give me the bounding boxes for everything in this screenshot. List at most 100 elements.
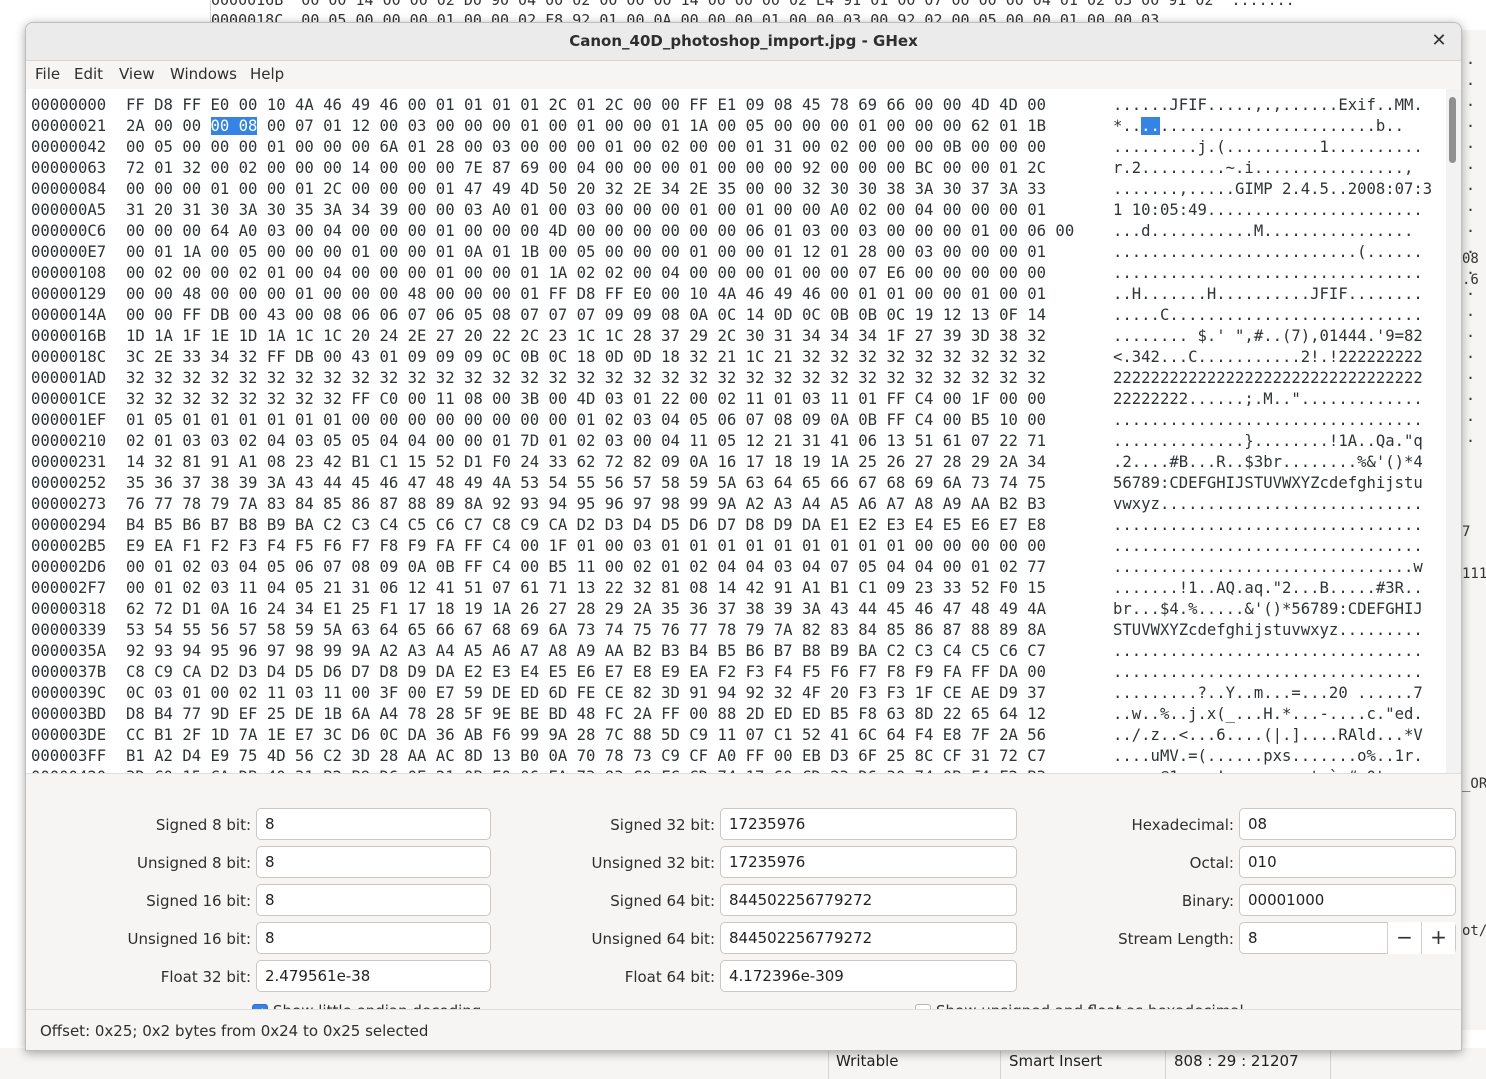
hex-view[interactable]: 00000000 FF D8 FF E0 00 10 4A 46 49 46 00… — [26, 89, 1461, 773]
menu-view[interactable]: View — [119, 65, 155, 83]
hex-row[interactable]: 00000084 00 00 00 01 00 00 01 2C 00 00 00… — [26, 179, 1446, 200]
hex-row[interactable]: 00000210 02 01 03 03 02 04 03 05 05 04 04… — [26, 431, 1446, 452]
hex-row[interactable]: 00000000 FF D8 FF E0 00 10 4A 46 49 46 00… — [26, 95, 1446, 116]
hex-row[interactable]: 00000339 53 54 55 56 57 58 59 5A 63 64 65… — [26, 620, 1446, 641]
unsigned-64-field[interactable]: 844502256779272 — [720, 922, 1017, 954]
unsigned-32-field[interactable]: 17235976 — [720, 846, 1017, 878]
ascii-text[interactable]: ................................. — [1113, 515, 1442, 536]
hex-bytes[interactable]: 00 00 00 64 A0 03 00 04 00 00 00 01 00 0… — [126, 221, 1074, 242]
menu-help[interactable]: Help — [250, 65, 284, 83]
hex-bytes[interactable]: 2A 00 00 00 08 00 07 01 12 00 03 00 00 0… — [126, 116, 1046, 137]
hex-bytes[interactable]: 1D 1A 1F 1E 1D 1A 1C 1C 20 24 2E 27 20 2… — [126, 326, 1046, 347]
hex-bytes[interactable]: 02 01 03 03 02 04 03 05 05 04 04 00 00 0… — [126, 431, 1046, 452]
ascii-text[interactable]: 22222222......;.M.."............. — [1113, 389, 1442, 410]
ascii-text[interactable]: ...d...........M................ — [1113, 221, 1442, 242]
hex-row[interactable]: 000003BD D8 B4 77 9D EF 25 DE 1B 6A A4 78… — [26, 704, 1446, 725]
ascii-text[interactable]: ................................. — [1113, 536, 1442, 557]
hex-bytes[interactable]: 62 72 D1 0A 16 24 34 E1 25 F1 17 18 19 1… — [126, 599, 1046, 620]
ascii-text[interactable]: ..H.......H..........JFIF........ — [1113, 284, 1442, 305]
ascii-text[interactable]: .......!1..AQ.aq."2...B.....#3R.. — [1113, 578, 1442, 599]
hex-row[interactable]: 000001EF 01 05 01 01 01 01 01 01 00 00 00… — [26, 410, 1446, 431]
hex-row[interactable]: 000000A5 31 20 31 30 3A 30 35 3A 34 39 00… — [26, 200, 1446, 221]
hex-bytes[interactable]: 32 32 32 32 32 32 32 32 32 32 32 32 32 3… — [126, 368, 1046, 389]
ascii-text[interactable]: .........j.(..........1.......... — [1113, 137, 1442, 158]
hex-bytes[interactable]: 92 93 94 95 96 97 98 99 9A A2 A3 A4 A5 A… — [126, 641, 1046, 662]
hex-bytes[interactable]: 00 00 48 00 00 00 01 00 00 00 48 00 00 0… — [126, 284, 1046, 305]
title-bar[interactable]: Canon_40D_photoshop_import.jpg - GHex ✕ — [26, 23, 1461, 61]
hex-bytes[interactable]: CC B1 2F 1D 7A 1E E7 3C D6 0C DA 36 AB F… — [126, 725, 1046, 746]
ascii-text[interactable]: <.342...C...........2!.!222222222 — [1113, 347, 1442, 368]
ascii-text[interactable]: ......JFIF.....,.,......Exif..MM. — [1113, 95, 1442, 116]
hex-row[interactable]: 00000063 72 01 32 00 02 00 00 00 14 00 00… — [26, 158, 1446, 179]
ascii-text[interactable]: ../.z..<...6....(|.]....RAld...*V — [1113, 725, 1442, 746]
ascii-text[interactable]: ..w..%..j.x(_...H.*...-....c."ed. — [1113, 704, 1442, 725]
hex-row[interactable]: 000002F7 00 01 02 03 11 04 05 21 31 06 12… — [26, 578, 1446, 599]
signed-8-field[interactable]: 8 — [256, 808, 491, 840]
ascii-text[interactable]: 222222222222222222222222222222222 — [1113, 368, 1442, 389]
hex-row[interactable]: 00000042 00 05 00 00 00 01 00 00 00 6A 01… — [26, 137, 1446, 158]
hex-bytes[interactable]: FF D8 FF E0 00 10 4A 46 49 46 00 01 01 0… — [126, 95, 1046, 116]
signed-32-field[interactable]: 17235976 — [720, 808, 1017, 840]
hex-row[interactable]: 00000231 14 32 81 91 A1 08 23 42 B1 C1 15… — [26, 452, 1446, 473]
ascii-text[interactable]: ................................. — [1113, 263, 1442, 284]
ascii-text[interactable]: ................................. — [1113, 641, 1442, 662]
close-icon[interactable]: ✕ — [1427, 29, 1451, 53]
hex-bytes[interactable]: 3C 2E 33 34 32 FF DB 00 43 01 09 09 09 0… — [126, 347, 1046, 368]
hex-row[interactable]: 000000E7 00 01 1A 00 05 00 00 00 01 00 00… — [26, 242, 1446, 263]
hex-bytes[interactable]: 00 05 00 00 00 01 00 00 00 6A 01 28 00 0… — [126, 137, 1046, 158]
ascii-text[interactable]: ........ $.' ",#..(7),01444.'9=82 — [1113, 326, 1442, 347]
hex-row[interactable]: 00000021 2A 00 00 00 08 00 07 01 12 00 03… — [26, 116, 1446, 137]
scrollbar-thumb[interactable] — [1449, 97, 1456, 163]
ascii-text[interactable]: r.2.........~.i................, — [1113, 158, 1442, 179]
hex-bytes[interactable]: 72 01 32 00 02 00 00 00 14 00 00 00 7E 8… — [126, 158, 1046, 179]
signed-16-field[interactable]: 8 — [256, 884, 491, 916]
binary-field[interactable]: 00001000 — [1239, 884, 1456, 916]
hex-row[interactable]: 000001CE 32 32 32 32 32 32 32 32 FF C0 00… — [26, 389, 1446, 410]
hex-bytes[interactable]: B4 B5 B6 B7 B8 B9 BA C2 C3 C4 C5 C6 C7 C… — [126, 515, 1046, 536]
signed-64-field[interactable]: 844502256779272 — [720, 884, 1017, 916]
hex-row[interactable]: 0000035A 92 93 94 95 96 97 98 99 9A A2 A3… — [26, 641, 1446, 662]
hex-row[interactable]: 0000018C 3C 2E 33 34 32 FF DB 00 43 01 09… — [26, 347, 1446, 368]
menu-edit[interactable]: Edit — [74, 65, 103, 83]
hex-bytes[interactable]: 00 01 02 03 11 04 05 21 31 06 12 41 51 0… — [126, 578, 1046, 599]
hex-bytes[interactable]: 00 02 00 00 02 01 00 04 00 00 00 01 00 0… — [126, 263, 1046, 284]
hex-row[interactable]: 000002B5 E9 EA F1 F2 F3 F4 F5 F6 F7 F8 F9… — [26, 536, 1446, 557]
ascii-text[interactable]: ................................w — [1113, 557, 1442, 578]
ascii-text[interactable]: ................................. — [1113, 410, 1442, 431]
ascii-text[interactable]: .........?..Y..m...=...20 ......7 — [1113, 683, 1442, 704]
hex-bytes[interactable]: B1 A2 D4 E9 75 4D 56 C2 3D 28 AA AC 8D 1… — [126, 746, 1046, 767]
hex-bytes[interactable]: C8 C9 CA D2 D3 D4 D5 D6 D7 D8 D9 DA E2 E… — [126, 662, 1046, 683]
unsigned-16-field[interactable]: 8 — [256, 922, 491, 954]
ascii-text[interactable]: vwxyz............................ — [1113, 494, 1442, 515]
ascii-text[interactable]: .2....#B...R..$3br........%&'()*4 — [1113, 452, 1442, 473]
hex-row[interactable]: 000003DE CC B1 2F 1D 7A 1E E7 3C D6 0C DA… — [26, 725, 1446, 746]
stream-length-spinner[interactable]: 8 − + — [1239, 922, 1456, 954]
plus-icon[interactable]: + — [1421, 922, 1455, 954]
hex-bytes[interactable]: 32 32 32 32 32 32 32 32 FF C0 00 11 08 0… — [126, 389, 1046, 410]
ascii-text[interactable]: ..........................(...... — [1113, 242, 1442, 263]
ascii-text[interactable]: STUVWXYZcdefghijstuvwxyz......... — [1113, 620, 1442, 641]
hex-bytes[interactable]: 00 00 00 01 00 00 01 2C 00 00 00 01 47 4… — [126, 179, 1046, 200]
hex-bytes[interactable]: 00 00 FF DB 00 43 00 08 06 06 07 06 05 0… — [126, 305, 1046, 326]
hex-row[interactable]: 00000252 35 36 37 38 39 3A 43 44 45 46 47… — [26, 473, 1446, 494]
ascii-text[interactable]: ................................. — [1113, 662, 1442, 683]
hex-bytes[interactable]: 0C 03 01 00 02 11 03 11 00 3F 00 E7 59 D… — [126, 683, 1046, 704]
hex-row[interactable]: 0000037B C8 C9 CA D2 D3 D4 D5 D6 D7 D8 D9… — [26, 662, 1446, 683]
hex-bytes[interactable]: 53 54 55 56 57 58 59 5A 63 64 65 66 67 6… — [126, 620, 1046, 641]
hex-row[interactable]: 00000294 B4 B5 B6 B7 B8 B9 BA C2 C3 C4 C5… — [26, 515, 1446, 536]
float-64-field[interactable]: 4.172396e-309 — [720, 960, 1017, 992]
hex-bytes[interactable]: 14 32 81 91 A1 08 23 42 B1 C1 15 52 D1 F… — [126, 452, 1046, 473]
vertical-scrollbar[interactable] — [1446, 89, 1461, 773]
hex-bytes[interactable]: E9 EA F1 F2 F3 F4 F5 F6 F7 F8 F9 FA FF C… — [126, 536, 1046, 557]
ascii-text[interactable]: 56789:CDEFGHIJSTUVWXYZcdefghijstu — [1113, 473, 1442, 494]
ascii-text[interactable]: br...$4.%.....&'()*56789:CDEFGHIJ — [1113, 599, 1442, 620]
hex-row[interactable]: 00000273 76 77 78 79 7A 83 84 85 86 87 88… — [26, 494, 1446, 515]
hex-bytes[interactable]: 00 01 1A 00 05 00 00 00 01 00 00 01 0A 0… — [126, 242, 1046, 263]
hex-row[interactable]: 0000039C 0C 03 01 00 02 11 03 11 00 3F 00… — [26, 683, 1446, 704]
hex-bytes[interactable]: 31 20 31 30 3A 30 35 3A 34 39 00 00 03 A… — [126, 200, 1046, 221]
hex-bytes[interactable]: 76 77 78 79 7A 83 84 85 86 87 88 89 8A 9… — [126, 494, 1046, 515]
ascii-text[interactable]: 1 10:05:49....................... — [1113, 200, 1442, 221]
ascii-text[interactable]: *...........................b.. — [1113, 116, 1442, 137]
hex-row[interactable]: 00000318 62 72 D1 0A 16 24 34 E1 25 F1 17… — [26, 599, 1446, 620]
hex-row[interactable]: 0000014A 00 00 FF DB 00 43 00 08 06 06 07… — [26, 305, 1446, 326]
